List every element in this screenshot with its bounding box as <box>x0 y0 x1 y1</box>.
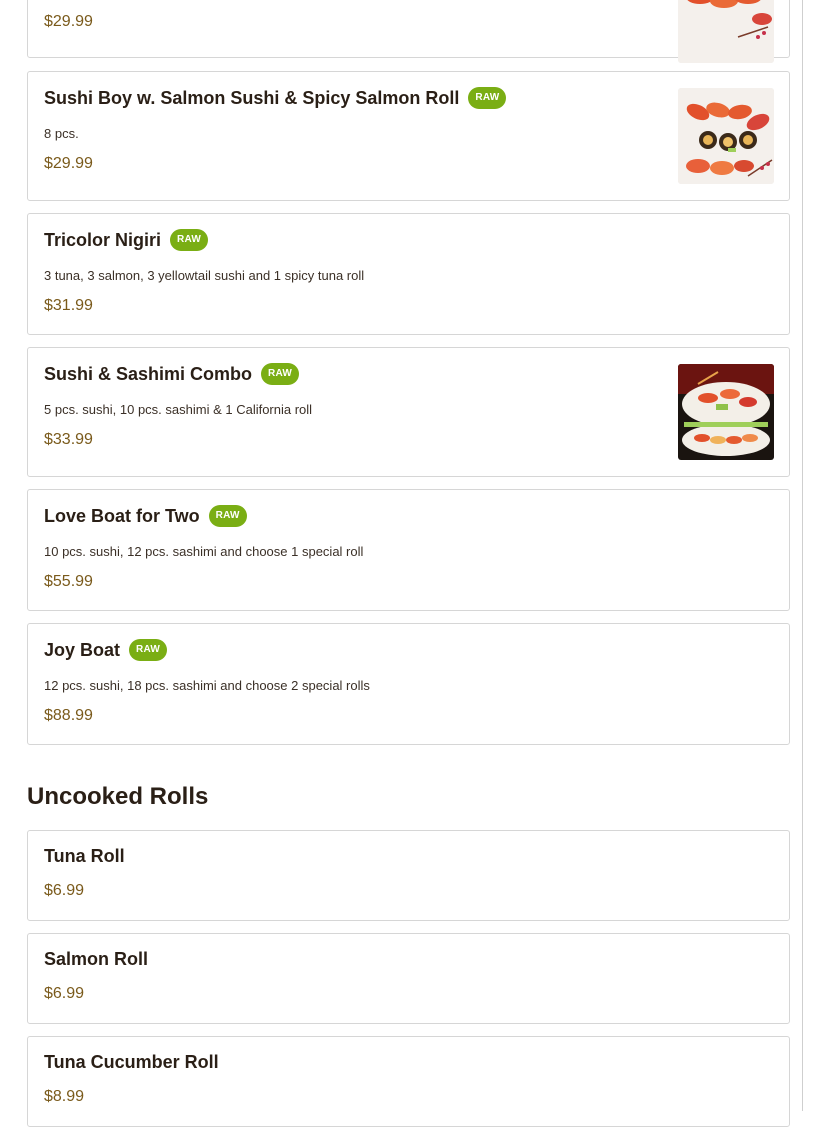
scrollbar-track[interactable] <box>802 0 803 1111</box>
sushi-plate-image <box>678 88 774 184</box>
section-title: Uncooked Rolls <box>27 783 209 810</box>
raw-badge: RAW <box>129 639 167 661</box>
menu-item-card[interactable]: Joy Boat RAW 12 pcs. sushi, 18 pcs. sash… <box>27 623 790 745</box>
menu-item-card[interactable]: Sushi Boy w. Salmon Sushi & Spicy Salmon… <box>27 71 790 201</box>
item-price: $6.99 <box>44 985 85 1002</box>
item-price: $6.99 <box>44 882 85 899</box>
item-price: $8.99 <box>44 1088 85 1105</box>
raw-badge: RAW <box>170 229 208 251</box>
item-name: Tuna Cucumber Roll <box>44 1052 219 1072</box>
sashimi-combo-image <box>678 364 774 460</box>
menu-item-card[interactable]: $29.99 <box>27 0 790 63</box>
raw-badge: RAW <box>468 87 507 109</box>
item-name: Tricolor Nigiri <box>44 229 162 250</box>
item-price: $31.99 <box>44 297 93 314</box>
menu-item-card[interactable]: Love Boat for Two RAW 10 pcs. sushi, 12 … <box>27 489 790 611</box>
item-name: Salmon Roll <box>44 949 149 969</box>
sushi-plate-image <box>678 0 774 63</box>
menu-item-card[interactable]: Tricolor Nigiri RAW 3 tuna, 3 salmon, 3 … <box>27 213 790 335</box>
item-price: $29.99 <box>44 13 93 30</box>
item-description: 12 pcs. sushi, 18 pcs. sashimi and choos… <box>44 678 370 693</box>
item-price: $88.99 <box>44 707 93 724</box>
menu-item-card[interactable]: Tuna Cucumber Roll $8.99 <box>27 1036 790 1127</box>
item-description: 10 pcs. sushi, 12 pcs. sashimi and choos… <box>44 544 364 559</box>
menu-item-card[interactable]: Tuna Roll $6.99 <box>27 830 790 921</box>
item-description: 8 pcs. <box>44 126 79 141</box>
item-name: Love Boat for Two <box>44 505 200 526</box>
item-price: $55.99 <box>44 573 93 590</box>
menu-item-card[interactable]: Salmon Roll $6.99 <box>27 933 790 1024</box>
item-name: Tuna Roll <box>44 846 125 866</box>
raw-badge: RAW <box>261 363 299 385</box>
item-name: Sushi Boy w. Salmon Sushi & Spicy Salmon… <box>44 87 460 108</box>
item-description: 5 pcs. sushi, 10 pcs. sashimi & 1 Califo… <box>44 402 313 417</box>
item-name: Joy Boat <box>44 639 121 660</box>
item-description: 3 tuna, 3 salmon, 3 yellowtail sushi and… <box>44 268 365 283</box>
item-name: Sushi & Sashimi Combo <box>44 363 253 384</box>
item-price: $29.99 <box>44 155 93 172</box>
menu-item-card[interactable]: Sushi & Sashimi Combo RAW 5 pcs. sushi, … <box>27 347 790 477</box>
raw-badge: RAW <box>208 505 247 527</box>
item-price: $33.99 <box>44 431 93 448</box>
